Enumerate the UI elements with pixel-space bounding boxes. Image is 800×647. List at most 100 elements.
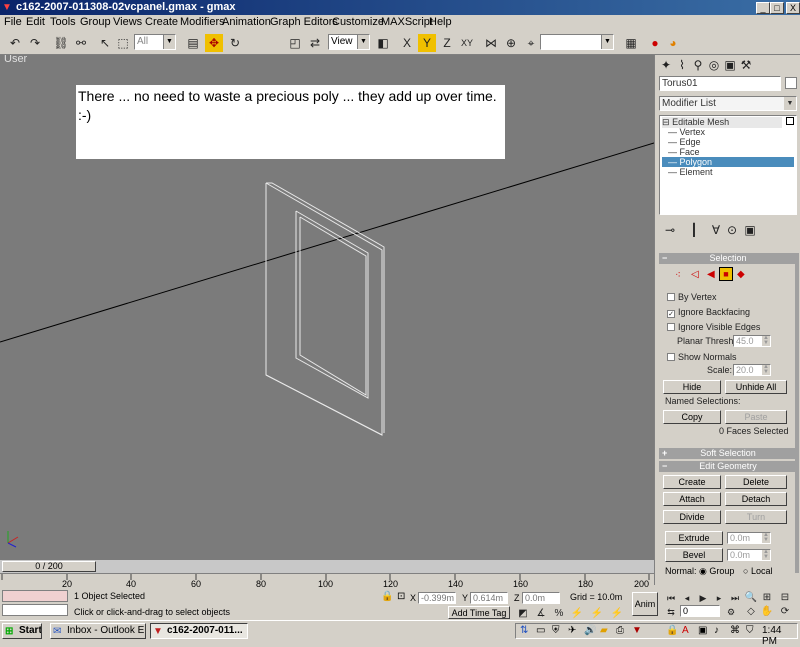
tray-icon-shield[interactable]: ⛉	[746, 625, 754, 636]
stack-item-element[interactable]: — Element	[668, 167, 713, 177]
utilities-tab-icon[interactable]: ⚒	[737, 56, 755, 74]
ignore-visible-edges-checkbox[interactable]: Ignore Visible Edges	[667, 322, 760, 332]
bevel-spinner[interactable]: 0.0m ▲ ▼	[727, 549, 771, 561]
mirror-tool-icon[interactable]: ⋈	[482, 34, 500, 52]
expand-icon[interactable]: ⊟	[662, 117, 670, 127]
move-icon[interactable]: ✥	[205, 34, 223, 52]
scale-icon[interactable]: ◰	[286, 34, 304, 52]
object-color-swatch[interactable]	[785, 77, 797, 89]
configure-modifier-icon[interactable]: ▣	[741, 221, 759, 239]
vertex-mode-icon[interactable]: ⁖	[675, 270, 681, 281]
absolute-mode-icon[interactable]: ⊡	[397, 591, 405, 602]
selection-filter-dropdown[interactable]: All ▼	[134, 34, 176, 50]
ref-coord-dropdown[interactable]: View ▼	[328, 34, 370, 50]
modifier-list-dropdown[interactable]: Modifier List ▼	[659, 96, 797, 111]
radio-selected-icon[interactable]: ◉	[699, 566, 707, 576]
menu-modifiers[interactable]: Modifiers	[180, 16, 225, 28]
edge-mode-icon[interactable]: ◁	[691, 269, 699, 280]
group-radio[interactable]: ◉ Group	[699, 566, 734, 577]
mirror-icon[interactable]: ⇄	[306, 34, 324, 52]
panel-scrollbar[interactable]	[795, 253, 799, 573]
minimize-button[interactable]: _	[756, 2, 770, 14]
region-select-icon[interactable]: ⬚	[114, 34, 132, 52]
extrude-spinner[interactable]: 0.0m ▲ ▼	[727, 532, 771, 544]
menu-edit[interactable]: Edit	[26, 16, 45, 28]
start-button[interactable]: ⊞ Start	[2, 623, 42, 639]
menu-help[interactable]: Help	[429, 16, 452, 28]
menu-create[interactable]: Create	[145, 16, 178, 28]
tray-icon-printer[interactable]: ⎙	[616, 625, 624, 636]
tray-icon-lock[interactable]: 🔒	[666, 625, 678, 636]
menu-group[interactable]: Group	[80, 16, 111, 28]
menu-views[interactable]: Views	[113, 16, 142, 28]
clock[interactable]: 1:44 PM	[762, 625, 797, 647]
tray-icon-folder[interactable]: ▰	[600, 625, 608, 636]
modifier-stack[interactable]: ⊟ Editable Mesh — Vertex — Edge — Face —…	[659, 115, 797, 215]
copy-button[interactable]: Copy	[663, 410, 721, 424]
checkbox-box[interactable]	[667, 323, 675, 331]
snap-icon[interactable]: ⌖	[522, 34, 540, 52]
time-slider[interactable]: 0 / 200	[0, 560, 654, 573]
show-normals-checkbox[interactable]: Show Normals	[667, 352, 737, 362]
planar-thresh-spinner[interactable]: 45.0 ▲ ▼	[733, 335, 771, 347]
maxscript-mini-listener[interactable]	[2, 604, 68, 616]
tray-icon-sound[interactable]: ♪	[714, 625, 719, 636]
menu-maxscript[interactable]: MAXScript	[381, 16, 433, 28]
animate-button[interactable]: Anim	[632, 592, 658, 616]
key-mode-toggle-icon[interactable]: ⇆	[662, 603, 680, 621]
time-config-icon[interactable]: ⚙	[722, 603, 740, 621]
z-coordinate[interactable]: 0.0m	[522, 592, 560, 604]
create-button[interactable]: Create	[663, 475, 721, 489]
material-editor-icon[interactable]: ▦	[622, 34, 640, 52]
stack-item-vertex[interactable]: — Vertex	[668, 127, 705, 137]
unhide-all-button[interactable]: Unhide All	[725, 380, 787, 394]
stack-item-face[interactable]: — Face	[668, 147, 700, 157]
tray-icon-network2[interactable]: ⌘	[730, 625, 740, 636]
spinner-arrows-icon[interactable]: ▲ ▼	[762, 335, 770, 346]
pin-stack-icon[interactable]: ⊸	[661, 221, 679, 239]
restrict-xy-icon[interactable]: XY	[458, 34, 476, 52]
select-object-icon[interactable]: ↖	[96, 34, 114, 52]
redo-icon[interactable]: ↷	[26, 34, 44, 52]
user-viewport[interactable]: User There ... no need to waste a precio…	[0, 55, 654, 573]
arc-rotate-icon[interactable]: ⟳	[776, 603, 794, 621]
detach-button[interactable]: Detach	[725, 492, 787, 506]
local-radio[interactable]: ○ Local	[743, 566, 772, 576]
remove-modifier-icon[interactable]: ⊙	[723, 221, 741, 239]
radio-empty-icon[interactable]: ○	[743, 566, 748, 576]
turn-button[interactable]: Turn	[725, 510, 787, 524]
bevel-button[interactable]: Bevel	[665, 548, 723, 562]
element-mode-icon[interactable]: ◆	[737, 269, 745, 280]
polygon-mode-icon[interactable]: ■	[719, 267, 733, 281]
pan-icon[interactable]: ✋	[758, 603, 776, 621]
extrude-button[interactable]: Extrude	[665, 531, 723, 545]
render-icon[interactable]: ●	[646, 34, 664, 52]
menu-graph-editors[interactable]: Graph Editors	[270, 16, 338, 28]
tray-icon-display[interactable]: ▣	[698, 625, 707, 636]
divide-button[interactable]: Divide	[663, 510, 721, 524]
menu-tools[interactable]: Tools	[50, 16, 76, 28]
menu-file[interactable]: File	[4, 16, 22, 28]
tray-icon-network[interactable]: ⇅	[520, 625, 528, 636]
tray-icon-monitor[interactable]: ▭	[536, 625, 545, 636]
object-name-field[interactable]: Torus01	[659, 76, 781, 91]
stack-item-edge[interactable]: — Edge	[668, 137, 701, 147]
add-time-tag-button[interactable]: Add Time Tag	[448, 606, 510, 619]
current-frame-field[interactable]: 0	[680, 605, 720, 617]
menu-customize[interactable]: Customize	[332, 16, 384, 28]
track-bar[interactable]: 20 40 60 80 100 120 140 160 180 200	[0, 573, 654, 589]
tray-icon-plane[interactable]: ✈	[568, 625, 576, 636]
lock-selection-icon[interactable]: 🔒	[381, 591, 393, 602]
maxscript-listener[interactable]	[2, 590, 68, 602]
undo-icon[interactable]: ↶	[6, 34, 24, 52]
spinner-arrows-icon[interactable]: ▲ ▼	[762, 532, 770, 543]
pivot-icon[interactable]: ◧	[374, 34, 392, 52]
taskbar-gmax[interactable]: ▼ c162-2007-011...	[150, 623, 248, 639]
close-button[interactable]: X	[786, 2, 800, 14]
face-mode-icon[interactable]: ◀	[707, 269, 715, 280]
by-vertex-checkbox[interactable]: By Vertex	[667, 292, 717, 302]
soft-selection-rollout-header[interactable]: + Soft Selection	[659, 448, 797, 459]
tray-icon-speaker[interactable]: 🔊	[584, 625, 596, 636]
align-icon[interactable]: ⊕	[502, 34, 520, 52]
tray-icon-antivirus[interactable]: ⛨	[552, 625, 560, 636]
